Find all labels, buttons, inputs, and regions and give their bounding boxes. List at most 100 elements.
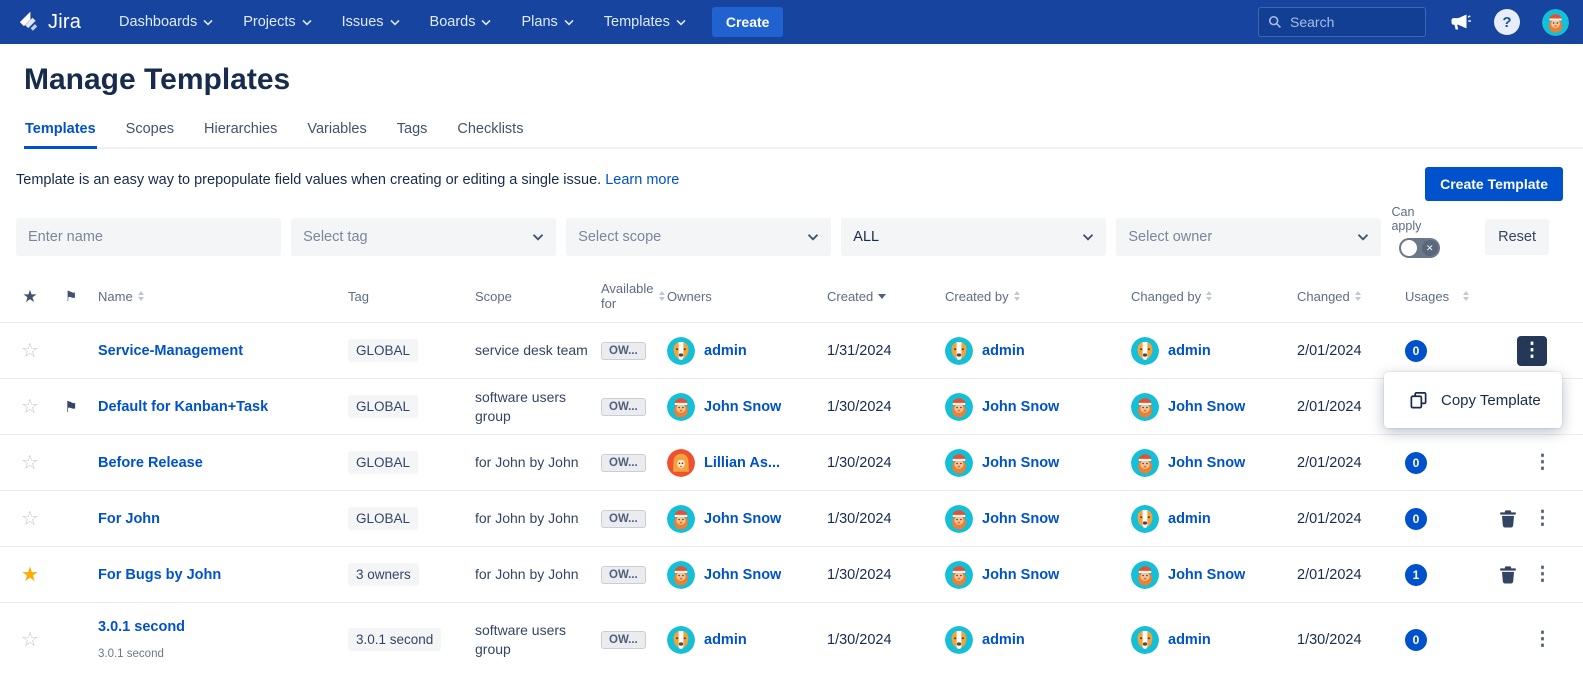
header-changed[interactable]: Changed bbox=[1293, 289, 1401, 304]
available-for-badge[interactable]: OW... bbox=[601, 342, 646, 360]
template-name-link[interactable]: Before Release bbox=[98, 455, 203, 471]
created-by-link[interactable]: John Snow bbox=[982, 399, 1059, 415]
changed-by-link[interactable]: admin bbox=[1168, 343, 1211, 359]
star-column-icon[interactable]: ★ bbox=[22, 289, 37, 304]
template-name-link[interactable]: 3.0.1 second bbox=[98, 619, 185, 635]
star-toggle[interactable]: ★ bbox=[12, 562, 50, 587]
owner-link[interactable]: Lillian As... bbox=[704, 455, 780, 471]
santa-avatar[interactable] bbox=[1131, 561, 1159, 589]
template-name-link[interactable]: Default for Kanban+Task bbox=[98, 399, 268, 415]
header-created-by[interactable]: Created by bbox=[941, 289, 1127, 304]
delete-icon[interactable] bbox=[1499, 565, 1517, 584]
header-scope[interactable]: Scope bbox=[471, 289, 597, 304]
dog-avatar[interactable] bbox=[1131, 337, 1159, 365]
created-by-link[interactable]: John Snow bbox=[982, 567, 1059, 583]
nav-menu-issues[interactable]: Issues bbox=[342, 14, 400, 30]
usages-badge[interactable]: 0 bbox=[1405, 508, 1427, 530]
can-apply-toggle[interactable]: ✕ bbox=[1399, 238, 1440, 258]
woman-avatar[interactable] bbox=[667, 449, 695, 477]
nav-menu-projects[interactable]: Projects bbox=[243, 14, 311, 30]
jira-logo[interactable]: Jira bbox=[16, 9, 81, 35]
dog-avatar[interactable] bbox=[945, 626, 973, 654]
changed-by-link[interactable]: John Snow bbox=[1168, 399, 1245, 415]
changed-by-link[interactable]: John Snow bbox=[1168, 455, 1245, 471]
santa-avatar[interactable] bbox=[945, 393, 973, 421]
tab-variables[interactable]: Variables bbox=[306, 121, 367, 149]
kebab-menu-button[interactable]: ⋮ bbox=[1533, 565, 1547, 584]
dog-avatar[interactable] bbox=[1131, 505, 1159, 533]
created-by-link[interactable]: John Snow bbox=[982, 455, 1059, 471]
available-for-badge[interactable]: OW... bbox=[601, 510, 646, 528]
star-toggle[interactable]: ☆ bbox=[12, 338, 50, 363]
available-for-badge[interactable]: OW... bbox=[601, 398, 646, 416]
type-filter-select[interactable]: ALL bbox=[841, 218, 1106, 256]
changed-by-link[interactable]: John Snow bbox=[1168, 567, 1245, 583]
santa-avatar[interactable] bbox=[667, 393, 695, 421]
tab-checklists[interactable]: Checklists bbox=[456, 121, 524, 149]
help-icon[interactable]: ? bbox=[1494, 9, 1520, 35]
usages-badge[interactable]: 1 bbox=[1405, 564, 1427, 586]
tab-scopes[interactable]: Scopes bbox=[125, 121, 175, 149]
changed-by-link[interactable]: admin bbox=[1168, 511, 1211, 527]
santa-avatar[interactable] bbox=[945, 505, 973, 533]
kebab-menu-button[interactable]: ⋮ bbox=[1533, 630, 1547, 649]
owner-link[interactable]: John Snow bbox=[704, 511, 781, 527]
scope-filter-select[interactable]: Select scope bbox=[566, 218, 831, 256]
nav-create-button[interactable]: Create bbox=[712, 7, 784, 37]
user-avatar[interactable] bbox=[1542, 9, 1569, 36]
header-changed-by[interactable]: Changed by bbox=[1127, 289, 1293, 304]
owner-link[interactable]: John Snow bbox=[704, 399, 781, 415]
search-input[interactable] bbox=[1290, 14, 1410, 30]
santa-avatar[interactable] bbox=[667, 505, 695, 533]
tag-filter-select[interactable]: Select tag bbox=[291, 218, 556, 256]
kebab-menu-button[interactable]: ⋮ bbox=[1533, 509, 1547, 528]
created-by-link[interactable]: John Snow bbox=[982, 511, 1059, 527]
owner-filter-select[interactable]: Select owner bbox=[1116, 218, 1381, 256]
name-filter-input[interactable] bbox=[28, 229, 269, 245]
delete-icon[interactable] bbox=[1499, 509, 1517, 528]
dog-avatar[interactable] bbox=[1131, 626, 1159, 654]
flag-column-icon[interactable]: ⚑ bbox=[65, 289, 78, 304]
available-for-badge[interactable]: OW... bbox=[601, 454, 646, 472]
created-by-link[interactable]: admin bbox=[982, 343, 1025, 359]
owner-link[interactable]: admin bbox=[704, 632, 747, 648]
santa-avatar[interactable] bbox=[945, 561, 973, 589]
template-name-link[interactable]: For Bugs by John bbox=[98, 567, 221, 583]
santa-avatar[interactable] bbox=[1131, 393, 1159, 421]
usages-badge[interactable]: 0 bbox=[1405, 629, 1427, 651]
template-name-link[interactable]: Service-Management bbox=[98, 343, 243, 359]
kebab-menu-button[interactable]: ⋮ bbox=[1533, 453, 1547, 472]
nav-menu-dashboards[interactable]: Dashboards bbox=[119, 14, 213, 30]
header-owners[interactable]: Owners bbox=[663, 289, 823, 304]
owner-link[interactable]: John Snow bbox=[704, 567, 781, 583]
usages-badge[interactable]: 0 bbox=[1405, 340, 1427, 362]
owner-link[interactable]: admin bbox=[704, 343, 747, 359]
learn-more-link[interactable]: Learn more bbox=[605, 172, 679, 188]
header-usages[interactable]: Usages bbox=[1401, 289, 1483, 304]
kebab-menu-button[interactable]: ⋮ bbox=[1517, 336, 1547, 366]
tab-templates[interactable]: Templates bbox=[24, 121, 97, 149]
reset-button[interactable]: Reset bbox=[1485, 219, 1549, 255]
star-toggle[interactable]: ☆ bbox=[12, 506, 50, 531]
nav-menu-templates[interactable]: Templates bbox=[604, 14, 686, 30]
santa-avatar[interactable] bbox=[1131, 449, 1159, 477]
dog-avatar[interactable] bbox=[667, 337, 695, 365]
dog-avatar[interactable] bbox=[667, 626, 695, 654]
header-available-for[interactable]: Available for bbox=[597, 281, 663, 311]
nav-menu-boards[interactable]: Boards bbox=[430, 14, 492, 30]
megaphone-icon[interactable] bbox=[1448, 10, 1472, 34]
star-toggle[interactable]: ☆ bbox=[12, 394, 50, 419]
header-tag[interactable]: Tag bbox=[344, 289, 471, 304]
dog-avatar[interactable] bbox=[945, 337, 973, 365]
star-toggle[interactable]: ☆ bbox=[12, 627, 50, 652]
created-by-link[interactable]: admin bbox=[982, 632, 1025, 648]
changed-by-link[interactable]: admin bbox=[1168, 632, 1211, 648]
tab-tags[interactable]: Tags bbox=[396, 121, 429, 149]
star-toggle[interactable]: ☆ bbox=[12, 450, 50, 475]
create-template-button[interactable]: Create Template bbox=[1425, 167, 1563, 201]
search-box[interactable] bbox=[1258, 7, 1426, 37]
template-name-link[interactable]: For John bbox=[98, 511, 160, 527]
available-for-badge[interactable]: OW... bbox=[601, 631, 646, 649]
usages-badge[interactable]: 0 bbox=[1405, 452, 1427, 474]
nav-menu-plans[interactable]: Plans bbox=[521, 14, 573, 30]
